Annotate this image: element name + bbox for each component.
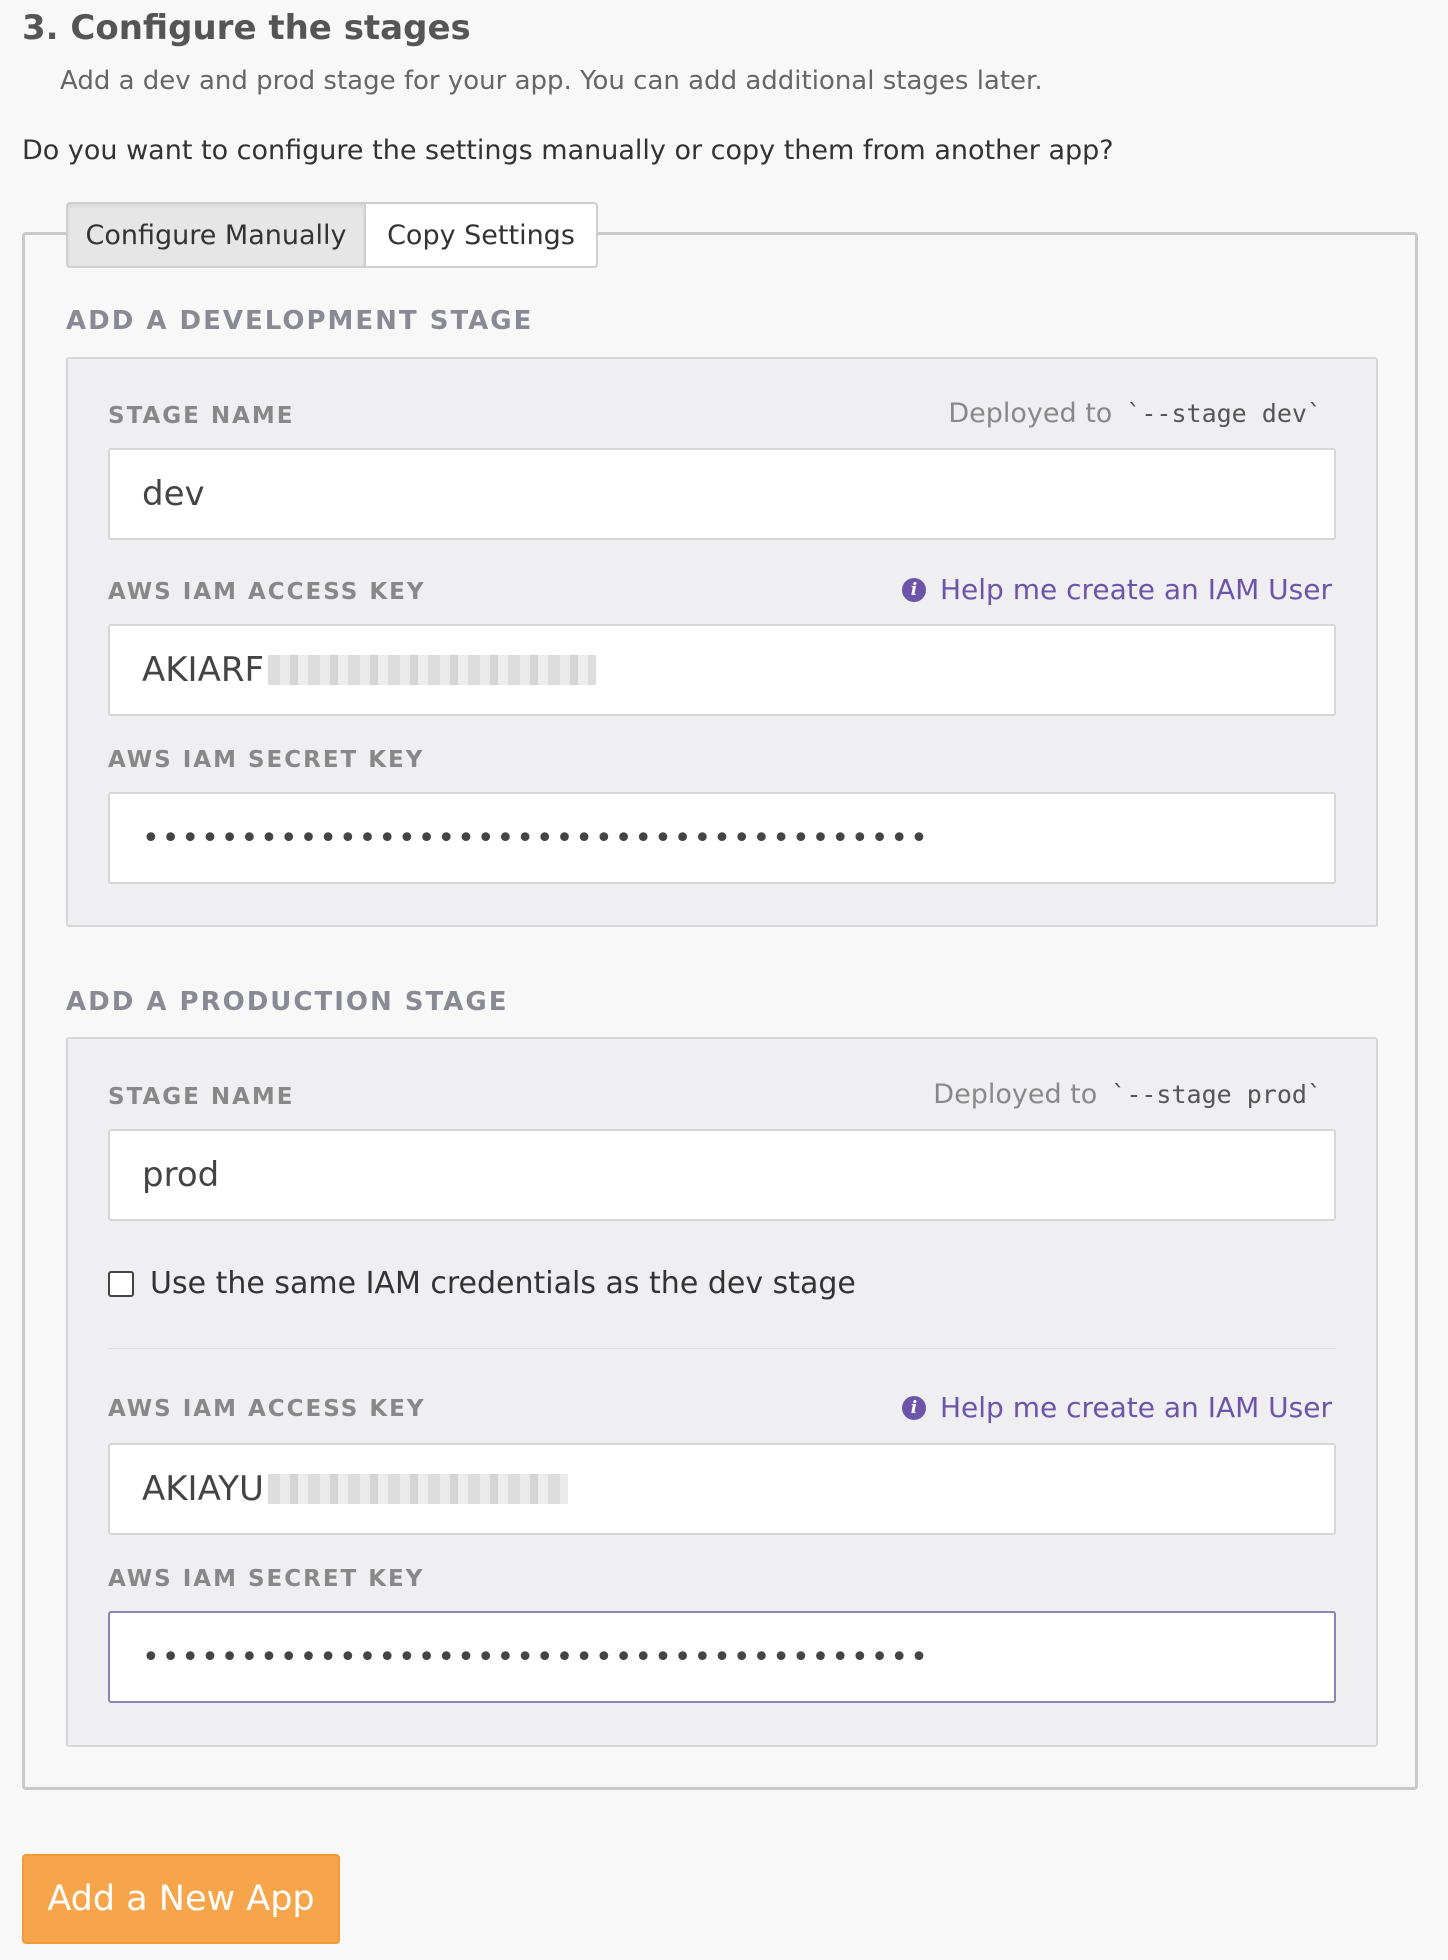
prod-access-key-label: AWS IAM ACCESS KEY	[108, 1396, 426, 1422]
dev-stage-name-label: STAGE NAME	[108, 403, 295, 429]
dev-secret-key-input[interactable]: ••••••••••••••••••••••••••••••••••••••••	[108, 792, 1336, 884]
config-mode-tabs: Configure Manually Copy Settings	[66, 202, 598, 268]
dev-deployed-prefix: Deployed to	[948, 398, 1113, 429]
page-title: 3. Configure the stages	[22, 8, 471, 48]
prod-stage-name-input[interactable]: prod	[108, 1129, 1336, 1221]
same-credentials-checkbox-row[interactable]: Use the same IAM credentials as the dev …	[108, 1266, 856, 1302]
prod-help-iam-text: Help me create an IAM User	[939, 1391, 1332, 1424]
dev-deployed-note: Deployed to `--stage dev`	[948, 397, 1322, 431]
prod-access-key-value: AKIAYU	[142, 1469, 264, 1509]
dev-help-iam-text: Help me create an IAM User	[939, 573, 1332, 606]
redacted-blur	[268, 655, 597, 685]
page-subtitle: Add a dev and prod stage for your app. Y…	[60, 66, 1043, 96]
prod-stage-heading: ADD A PRODUCTION STAGE	[66, 987, 509, 1017]
tab-copy-settings[interactable]: Copy Settings	[366, 202, 598, 268]
dev-access-key-value: AKIARF	[142, 650, 265, 690]
info-circle-icon: i	[901, 1396, 926, 1420]
prod-deployed-prefix: Deployed to	[933, 1079, 1098, 1110]
info-circle-icon: i	[901, 578, 926, 602]
dev-deployed-code: `--stage dev`	[1126, 399, 1322, 428]
dev-secret-key-label: AWS IAM SECRET KEY	[108, 747, 425, 773]
prod-secret-key-value: ••••••••••••••••••••••••••••••••••••••••	[142, 1639, 930, 1675]
dev-stage-name-value: dev	[142, 474, 205, 514]
prod-deployed-code: `--stage prod`	[1111, 1080, 1322, 1109]
prod-secret-key-input[interactable]: ••••••••••••••••••••••••••••••••••••••••	[108, 1611, 1336, 1703]
tab-configure-manually[interactable]: Configure Manually	[66, 202, 366, 268]
prod-stage-name-label: STAGE NAME	[108, 1084, 295, 1110]
same-credentials-checkbox[interactable]	[108, 1271, 134, 1297]
divider	[108, 1348, 1336, 1349]
prod-access-key-input[interactable]: AKIAYU	[108, 1443, 1336, 1535]
prod-stage-name-value: prod	[142, 1155, 220, 1195]
dev-stage-name-input[interactable]: dev	[108, 448, 1336, 540]
prod-deployed-note: Deployed to `--stage prod`	[933, 1078, 1322, 1112]
redacted-blur	[267, 1474, 568, 1504]
dev-access-key-input[interactable]: AKIARF	[108, 624, 1336, 716]
add-new-app-button[interactable]: Add a New App	[22, 1854, 340, 1944]
dev-access-key-label: AWS IAM ACCESS KEY	[108, 579, 426, 605]
prod-secret-key-label: AWS IAM SECRET KEY	[108, 1566, 425, 1592]
dev-stage-heading: ADD A DEVELOPMENT STAGE	[66, 306, 534, 336]
prod-help-iam-link[interactable]: i Help me create an IAM User	[901, 1391, 1332, 1425]
same-credentials-label: Use the same IAM credentials as the dev …	[150, 1266, 856, 1301]
config-question: Do you want to configure the settings ma…	[22, 135, 1114, 166]
dev-help-iam-link[interactable]: i Help me create an IAM User	[901, 573, 1332, 607]
dev-secret-key-value: ••••••••••••••••••••••••••••••••••••••••	[142, 820, 930, 856]
